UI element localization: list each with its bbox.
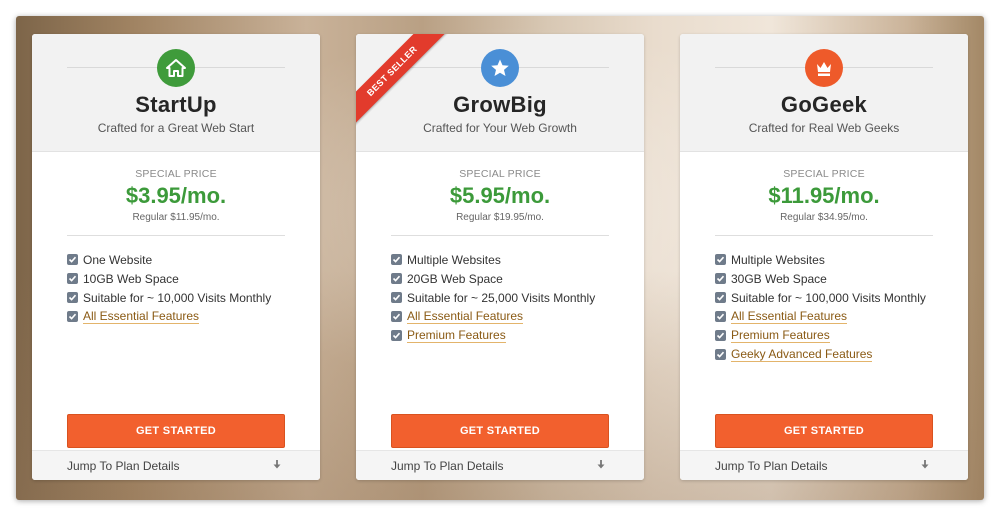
special-price-label: SPECIAL PRICE	[459, 168, 541, 180]
checkbox-icon	[391, 292, 402, 303]
feature-label: One Website	[83, 252, 153, 267]
feature-label: Suitable for ~ 100,000 Visits Monthly	[731, 290, 926, 305]
feature-item: Premium Features	[715, 326, 926, 345]
special-price-label: SPECIAL PRICE	[135, 168, 217, 180]
get-started-button[interactable]: GET STARTED	[67, 414, 285, 448]
plan-card-growbig: GrowBig Crafted for Your Web Growth BEST…	[356, 34, 644, 480]
feature-item: Multiple Websites	[715, 250, 926, 269]
jump-to-plan-details[interactable]: Jump To Plan Details	[356, 450, 644, 480]
feature-list: Multiple Websites 20GB Web Space Suitabl…	[391, 250, 595, 345]
checkbox-icon	[67, 254, 78, 265]
arrow-down-icon	[596, 459, 606, 473]
plan-card-gogeek: GoGeek Crafted for Real Web Geeks SPECIA…	[680, 34, 968, 480]
jump-to-plan-details[interactable]: Jump To Plan Details	[32, 450, 320, 480]
checkbox-icon	[715, 349, 726, 360]
get-started-button[interactable]: GET STARTED	[391, 414, 609, 448]
essential-features-link[interactable]: All Essential Features	[83, 309, 200, 324]
get-started-button[interactable]: GET STARTED	[715, 414, 933, 448]
feature-label: 20GB Web Space	[407, 271, 503, 286]
geeky-advanced-features-link[interactable]: Geeky Advanced Features	[731, 347, 873, 362]
checkbox-icon	[391, 273, 402, 284]
feature-item: One Website	[67, 250, 271, 269]
essential-features-link[interactable]: All Essential Features	[407, 309, 524, 324]
premium-features-link[interactable]: Premium Features	[731, 328, 830, 343]
checkbox-icon	[391, 330, 402, 341]
crown-icon	[805, 49, 843, 87]
regular-price: Regular $19.95/mo.	[456, 212, 544, 223]
best-seller-ribbon: BEST SELLER	[356, 34, 456, 134]
checkbox-icon	[715, 330, 726, 341]
checkbox-icon	[67, 292, 78, 303]
ribbon-label: BEST SELLER	[356, 34, 450, 129]
feature-item: All Essential Features	[715, 307, 926, 326]
feature-item: 30GB Web Space	[715, 269, 926, 288]
feature-item: 20GB Web Space	[391, 269, 595, 288]
checkbox-icon	[715, 292, 726, 303]
feature-label: 10GB Web Space	[83, 271, 179, 286]
feature-item: Suitable for ~ 10,000 Visits Monthly	[67, 288, 271, 307]
regular-price: Regular $11.95/mo.	[132, 212, 220, 223]
price-divider	[391, 235, 609, 236]
jump-label: Jump To Plan Details	[67, 458, 180, 473]
header-divider-left	[715, 67, 805, 68]
header-divider-left	[67, 67, 157, 68]
checkbox-icon	[67, 311, 78, 322]
checkbox-icon	[391, 254, 402, 265]
feature-label: 30GB Web Space	[731, 271, 827, 286]
plan-name: StartUp	[135, 92, 217, 117]
checkbox-icon	[715, 311, 726, 322]
header-divider-right	[195, 67, 285, 68]
feature-label: Suitable for ~ 25,000 Visits Monthly	[407, 290, 596, 305]
feature-label: Multiple Websites	[731, 252, 825, 267]
star-icon	[481, 49, 519, 87]
plan-header: GoGeek Crafted for Real Web Geeks	[680, 34, 968, 152]
house-icon	[157, 49, 195, 87]
header-divider-right	[843, 67, 933, 68]
jump-to-plan-details[interactable]: Jump To Plan Details	[680, 450, 968, 480]
plan-tagline: Crafted for a Great Web Start	[97, 121, 255, 135]
jump-label: Jump To Plan Details	[391, 458, 504, 473]
price-divider	[67, 235, 285, 236]
feature-item: 10GB Web Space	[67, 269, 271, 288]
pricing-section: StartUp Crafted for a Great Web Start SP…	[16, 16, 984, 500]
feature-item: All Essential Features	[67, 307, 271, 326]
checkbox-icon	[715, 254, 726, 265]
checkbox-icon	[391, 311, 402, 322]
plan-price: $11.95/mo.	[768, 183, 880, 208]
checkbox-icon	[715, 273, 726, 284]
plan-header: StartUp Crafted for a Great Web Start	[32, 34, 320, 152]
feature-item: All Essential Features	[391, 307, 595, 326]
arrow-down-icon	[920, 459, 930, 473]
plan-tagline: Crafted for Real Web Geeks	[748, 121, 900, 135]
regular-price: Regular $34.95/mo.	[780, 212, 868, 223]
feature-label: Multiple Websites	[407, 252, 501, 267]
jump-label: Jump To Plan Details	[715, 458, 828, 473]
plan-price: $3.95/mo.	[125, 183, 227, 208]
feature-item: Multiple Websites	[391, 250, 595, 269]
feature-item: Geeky Advanced Features	[715, 345, 926, 364]
special-price-label: SPECIAL PRICE	[783, 168, 865, 180]
arrow-down-icon	[272, 459, 282, 473]
feature-list: One Website 10GB Web Space Suitable for …	[67, 250, 271, 326]
plan-name: GoGeek	[780, 92, 868, 117]
premium-features-link[interactable]: Premium Features	[407, 328, 506, 343]
feature-label: Suitable for ~ 10,000 Visits Monthly	[83, 290, 272, 305]
feature-list: Multiple Websites 30GB Web Space Suitabl…	[715, 250, 926, 364]
plan-card-startup: StartUp Crafted for a Great Web Start SP…	[32, 34, 320, 480]
plan-price: $5.95/mo.	[449, 183, 551, 208]
feature-item: Suitable for ~ 100,000 Visits Monthly	[715, 288, 926, 307]
price-divider	[715, 235, 933, 236]
feature-item: Premium Features	[391, 326, 595, 345]
checkbox-icon	[67, 273, 78, 284]
essential-features-link[interactable]: All Essential Features	[731, 309, 848, 324]
header-divider-right	[519, 67, 609, 68]
feature-item: Suitable for ~ 25,000 Visits Monthly	[391, 288, 595, 307]
